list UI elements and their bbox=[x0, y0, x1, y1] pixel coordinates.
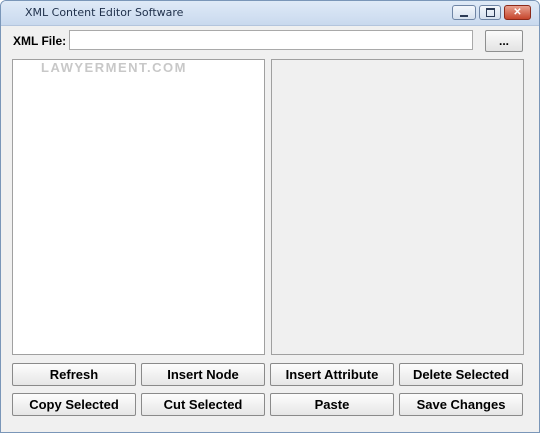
app-window: XML Content Editor Software ✕ XML File: … bbox=[0, 0, 540, 433]
close-button[interactable]: ✕ bbox=[504, 5, 531, 20]
watermark-text: LAWYERMENT.COM bbox=[41, 60, 187, 75]
save-changes-button[interactable]: Save Changes bbox=[399, 393, 523, 416]
cut-selected-button[interactable]: Cut Selected bbox=[141, 393, 265, 416]
refresh-button[interactable]: Refresh bbox=[12, 363, 136, 386]
maximize-icon bbox=[485, 8, 495, 17]
xml-file-label: XML File: bbox=[13, 34, 67, 48]
title-bar[interactable]: XML Content Editor Software ✕ bbox=[1, 1, 539, 26]
delete-selected-button[interactable]: Delete Selected bbox=[399, 363, 523, 386]
minimize-button[interactable] bbox=[452, 5, 476, 20]
xml-file-input[interactable] bbox=[69, 30, 473, 50]
browse-button[interactable]: ... bbox=[485, 30, 523, 52]
node-detail-panel[interactable] bbox=[271, 59, 524, 355]
copy-selected-button[interactable]: Copy Selected bbox=[12, 393, 136, 416]
window-title: XML Content Editor Software bbox=[25, 6, 184, 19]
insert-node-button[interactable]: Insert Node bbox=[141, 363, 265, 386]
insert-attribute-button[interactable]: Insert Attribute bbox=[270, 363, 394, 386]
close-icon: ✕ bbox=[513, 7, 522, 18]
maximize-button[interactable] bbox=[479, 5, 501, 20]
minimize-icon bbox=[460, 14, 468, 17]
paste-button[interactable]: Paste bbox=[270, 393, 394, 416]
xml-tree-view[interactable] bbox=[12, 59, 265, 355]
